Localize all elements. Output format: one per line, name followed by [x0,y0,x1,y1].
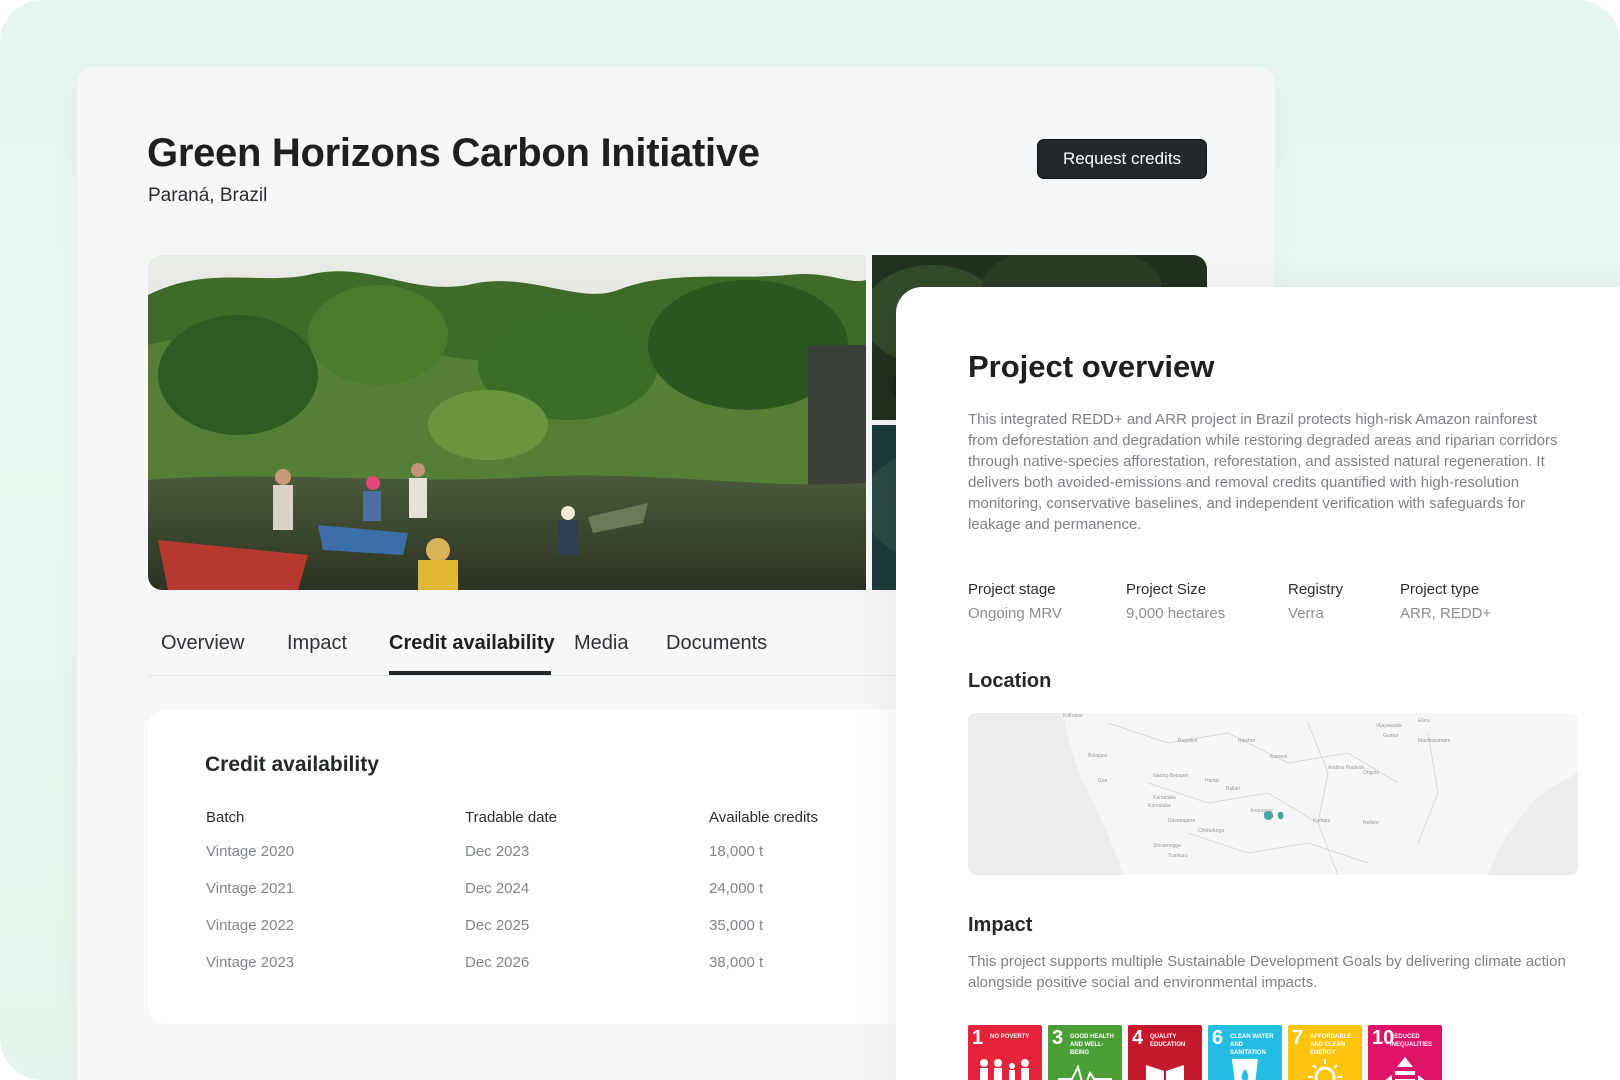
column-header-tradable-date: Tradable date [465,809,558,826]
impact-heading: Impact [968,914,1033,936]
meta-label-stage: Project stage [968,581,1056,598]
tab-documents[interactable]: Documents [666,632,767,655]
location-heading: Location [968,670,1052,692]
meta-label-registry: Registry [1288,581,1344,598]
available-credits-cell: 18,000 t [709,843,764,860]
sdg-number: 4 [1132,1027,1144,1049]
sdg-tile-1[interactable]: 1 No poverty [968,1025,1042,1080]
map-label: Tumkuru [1168,853,1188,859]
tab-impact[interactable]: Impact [287,632,347,655]
sdg-tile-3[interactable]: 3 Good health and well-being [1048,1025,1122,1080]
sdg-tile-6[interactable]: 6 Clean water and sanitation [1208,1025,1282,1080]
map-label: Davanagere [1168,818,1196,824]
meta-value-registry: Verra [1288,605,1324,622]
meta-value-type: ARR, REDD+ [1400,605,1492,622]
batch-cell: Vintage 2020 [206,843,295,860]
tradable-date-cell: Dec 2025 [465,917,530,934]
map-graphic [968,713,1578,875]
sdg-tile-4[interactable]: 4 Quality education [1128,1025,1202,1080]
meta-value-size: 9,000 hectares [1126,605,1226,622]
map-label: Andhra Pradesh [1328,765,1365,771]
map-label: Bagalkot [1178,738,1198,744]
project-overview-panel: Project overview This integrated REDD+ a… [896,287,1620,1080]
location-map[interactable]: Kolhapur Bagalkot Raichur Vijayawada Gun… [968,713,1578,875]
map-label: Hampi [1205,778,1220,784]
sdg-label: Reduced inequalities [1390,1034,1433,1048]
sdg-number: 6 [1212,1027,1224,1049]
people-icon [980,1059,1029,1080]
sdg-label: Good health and well-being [1070,1034,1114,1056]
sdg-label: Quality education [1150,1034,1186,1048]
overview-description: This integrated REDD+ and ARR project in… [968,411,1558,533]
tab-overview[interactable]: Overview [161,632,244,655]
sdg-label: No poverty [990,1034,1030,1040]
available-credits-cell: 38,000 t [709,954,764,971]
project-title: Green Horizons Carbon Initiative [147,131,760,175]
map-label: Kurnool [1270,754,1288,760]
batch-cell: Vintage 2021 [206,880,295,897]
meta-label-type: Project type [1400,581,1480,598]
equality-icon [1385,1057,1425,1080]
sdg-tile-10[interactable]: 10 Reduced inequalities [1368,1025,1442,1080]
impact-description: This project supports multiple Sustainab… [968,953,1566,991]
meta-value-stage: Ongoing MRV [968,605,1062,622]
project-location: Paraná, Brazil [148,185,268,206]
sdg-label: Clean water and sanitation [1230,1034,1274,1056]
map-label: Goa [1098,778,1108,784]
tradable-date-cell: Dec 2024 [465,880,530,897]
batch-cell: Vintage 2022 [206,917,295,934]
map-label: Raichur [1238,738,1256,744]
map-label: Shivamogga [1153,843,1181,849]
river-scene-image [148,255,866,590]
tab-media[interactable]: Media [574,632,628,655]
gallery-main-image[interactable] [148,255,866,590]
request-credits-button[interactable]: Request credits [1037,139,1207,179]
water-drop-icon [1232,1059,1258,1080]
map-label: Karnataka [1148,803,1171,809]
tradable-date-cell: Dec 2026 [465,954,530,971]
tab-credit-availability[interactable]: Credit availability [389,632,555,655]
batch-cell: Vintage 2023 [206,954,295,971]
map-label: Kolhapur [1063,713,1084,719]
book-icon [1146,1065,1184,1080]
map-label: Nellore [1363,820,1379,826]
column-header-batch: Batch [206,809,245,826]
map-label: Guntur [1383,733,1399,739]
sdg-tile-7[interactable]: 7 Affordable and clean energy [1288,1025,1362,1080]
sdg-label: Affordable and clean energy [1310,1034,1352,1056]
map-label: Kadapa [1313,818,1331,824]
map-label: Chitradurga [1198,828,1225,834]
overview-heading: Project overview [968,349,1215,384]
map-label: Eluru [1418,718,1430,724]
sun-icon [1308,1059,1342,1080]
available-credits-cell: 24,000 t [709,880,764,897]
map-label: Karnataka [1153,795,1176,801]
tradable-date-cell: Dec 2023 [465,843,530,860]
map-label: Gadag-Betageri [1153,773,1189,779]
sdg-number: 3 [1052,1027,1064,1049]
credit-availability-heading: Credit availability [205,753,379,776]
map-label: Ballari [1226,786,1240,792]
active-tab-indicator [389,671,551,675]
meta-label-size: Project Size [1126,581,1207,598]
map-label: Vijayawada [1376,723,1402,729]
map-label: Anantapur [1250,808,1274,814]
available-credits-cell: 35,000 t [709,917,764,934]
column-header-available-credits: Available credits [709,809,818,826]
map-label: Ongole [1363,770,1380,776]
heartbeat-icon [1058,1064,1112,1080]
map-label: Machilipatnam [1418,738,1451,744]
sdg-number: 7 [1292,1027,1304,1049]
map-label: Belagavi [1088,753,1108,759]
sdg-number: 1 [972,1027,984,1049]
